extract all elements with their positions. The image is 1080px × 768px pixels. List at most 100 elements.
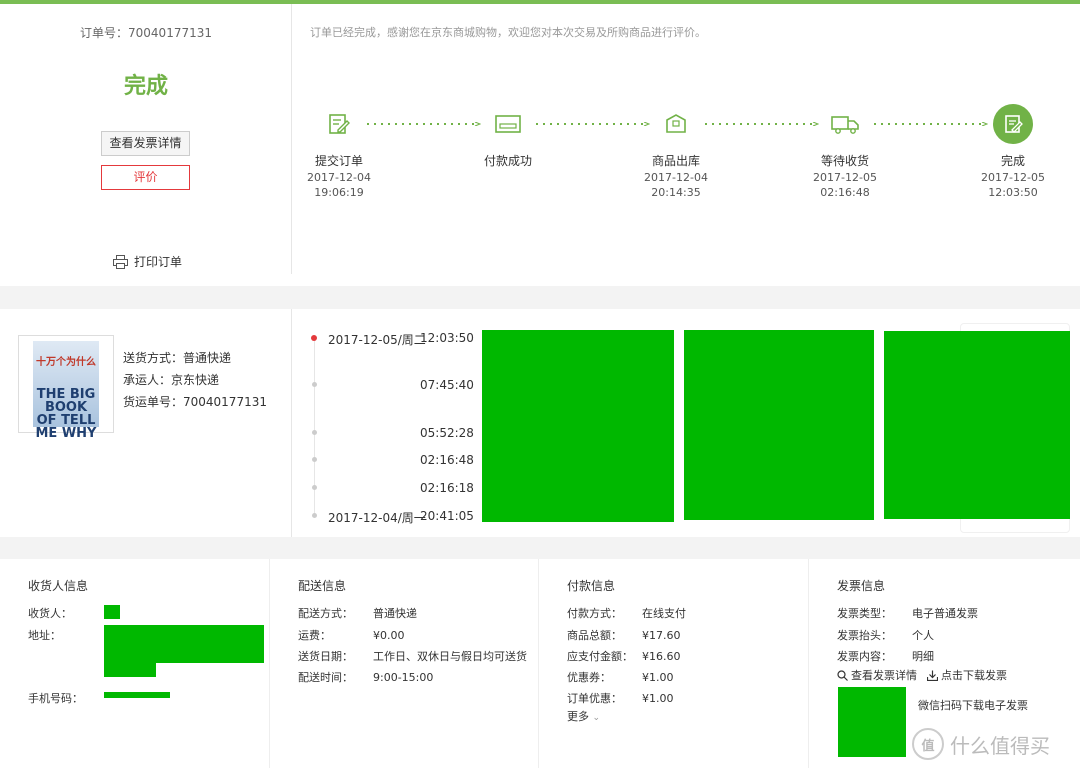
progress-arrow xyxy=(705,122,819,126)
row-key: 应支付金额： xyxy=(567,650,633,663)
redaction-mask xyxy=(684,330,874,520)
row-key: 发票内容： xyxy=(837,650,892,663)
step-label: 提交订单 xyxy=(314,154,363,168)
row-key: 发票类型： xyxy=(837,607,892,620)
step-date: 2017-12-05 xyxy=(981,171,1045,184)
delivery-title: 配送信息 xyxy=(298,579,347,593)
timeline-time: 12:03:50 xyxy=(420,331,474,345)
shipping-details: 送货方式：普通快递 承运人：京东快递 货运单号：70040177131 xyxy=(123,347,267,413)
row-value: ¥1.00 xyxy=(642,692,674,705)
order-number-value: 70040177131 xyxy=(128,26,212,40)
shipping-method: 送货方式：普通快递 xyxy=(123,351,232,365)
timeline-time: 02:16:18 xyxy=(420,481,474,495)
card-icon xyxy=(488,104,528,144)
receiver-info: 收货人信息 收货人： 地址： 手机号码： xyxy=(0,559,270,768)
row-key: 付款方式： xyxy=(567,607,622,620)
timeline-entry: 02:16:18 xyxy=(292,481,474,495)
row-key: 运费： xyxy=(298,629,331,642)
timeline-dot xyxy=(311,335,317,341)
redaction-mask xyxy=(104,659,156,677)
order-status: 完成 xyxy=(123,74,168,99)
step-label: 完成 xyxy=(1000,154,1025,168)
redaction-mask xyxy=(884,331,1070,519)
tracking-number: 货运单号：70040177131 xyxy=(123,395,267,409)
review-button[interactable]: 评价 xyxy=(101,165,190,190)
timeline-time: 07:45:40 xyxy=(420,378,474,392)
print-order-link[interactable]: 打印订单 xyxy=(113,253,182,270)
timeline-date: 2017-12-05/周二 xyxy=(328,333,426,347)
more-link[interactable]: 更多 ⌄ xyxy=(567,708,600,724)
order-status-panel: 订单号：70040177131 完成 查看发票详情 评价 打印订单 订单已经完成… xyxy=(0,4,1080,286)
carrier: 承运人：京东快递 xyxy=(123,373,220,387)
watermark-badge: 值 xyxy=(912,728,944,760)
search-icon xyxy=(837,669,848,681)
row-value: 普通快递 xyxy=(373,607,417,620)
qr-code-redacted xyxy=(838,687,906,757)
printer-icon xyxy=(113,254,128,269)
timeline-dot xyxy=(312,513,317,518)
step-submit-order: 提交订单 2017-12-04 19:06:19 xyxy=(299,104,379,199)
row-value: ¥1.00 xyxy=(642,671,674,684)
step-date: 2017-12-04 xyxy=(644,171,708,184)
view-invoice-label: 查看发票详情 xyxy=(851,669,917,682)
payment-title: 付款信息 xyxy=(567,579,616,593)
download-invoice-label: 点击下载发票 xyxy=(941,669,1007,682)
invoice-row: 发票类型： 电子普通发票 xyxy=(837,605,978,621)
truck-icon xyxy=(825,104,865,144)
timeline-date: 2017-12-04/周一 xyxy=(328,511,426,525)
row-key: 商品总额： xyxy=(567,629,622,642)
shipment-panel: 十万个为什么 THE BIG BOOK OF TELL ME WHY 送货方式：… xyxy=(0,309,1080,537)
step-label: 付款成功 xyxy=(483,154,532,168)
box-icon xyxy=(656,104,696,144)
thanks-message: 订单已经完成，感谢您在京东商城购物，欢迎您对本次交易及所购商品进行评价。 xyxy=(310,26,706,39)
timeline-time: 20:41:05 xyxy=(420,509,474,523)
progress-arrow xyxy=(874,122,988,126)
invoice-title: 发票信息 xyxy=(837,579,886,593)
step-label: 等待收货 xyxy=(820,154,869,168)
delivery-info: 配送信息 配送方式： 普通快递 运费： ¥0.00 送货日期： 工作日、双休日与假日均… xyxy=(269,559,539,768)
redaction-mask xyxy=(104,625,264,663)
receiver-name-label: 收货人： xyxy=(28,607,72,620)
row-key: 送货日期： xyxy=(298,650,353,663)
timeline-dot xyxy=(312,430,317,435)
step-time: 20:14:35 xyxy=(651,186,701,199)
edit-icon xyxy=(319,104,359,144)
section-divider xyxy=(0,286,1080,306)
timeline-dot xyxy=(312,485,317,490)
section-divider xyxy=(0,537,1080,559)
step-date: 2017-12-04 xyxy=(307,171,371,184)
delivery-row: 运费： ¥0.00 xyxy=(298,627,405,643)
payment-info: 付款信息 付款方式： 在线支付 商品总额： ¥17.60 应支付金额： ¥16.60 … xyxy=(538,559,808,768)
order-progress: 订单已经完成，感谢您在京东商城购物，欢迎您对本次交易及所购商品进行评价。 提交订… xyxy=(292,4,1080,274)
row-key: 配送方式： xyxy=(298,607,353,620)
order-summary: 订单号：70040177131 完成 查看发票详情 评价 打印订单 xyxy=(0,4,292,274)
timeline-time: 02:16:48 xyxy=(420,453,474,467)
step-complete: 完成 2017-12-05 12:03:50 xyxy=(973,104,1053,199)
receiver-title: 收货人信息 xyxy=(28,579,89,593)
row-key: 发票抬头： xyxy=(837,629,892,642)
site-watermark: 值 什么值得买 xyxy=(912,728,1050,760)
order-number: 订单号：70040177131 xyxy=(0,24,292,41)
step-date: 2017-12-05 xyxy=(813,171,877,184)
book-subtitle: THE BIG BOOK OF TELL ME WHY xyxy=(35,387,97,441)
step-time: 12:03:50 xyxy=(988,186,1038,199)
redaction-mask xyxy=(104,605,120,619)
view-invoice-button[interactable]: 查看发票详情 xyxy=(101,131,190,156)
step-awaiting-delivery: 等待收货 2017-12-05 02:16:48 xyxy=(805,104,885,199)
step-shipped: 商品出库 2017-12-04 20:14:35 xyxy=(636,104,716,199)
progress-arrow xyxy=(367,122,481,126)
download-invoice-link[interactable]: 点击下载发票 xyxy=(927,667,1007,683)
chevron-down-icon: ⌄ xyxy=(592,713,601,723)
row-value: 在线支付 xyxy=(642,607,686,620)
step-time: 02:16:48 xyxy=(820,186,870,199)
more-label: 更多 xyxy=(567,710,589,723)
product-thumbnail[interactable]: 十万个为什么 THE BIG BOOK OF TELL ME WHY xyxy=(18,335,114,440)
view-invoice-link[interactable]: 查看发票详情 xyxy=(837,667,917,683)
row-value: 个人 xyxy=(912,629,934,642)
check-doc-icon xyxy=(993,104,1033,144)
step-payment-success: 付款成功 xyxy=(468,104,548,171)
payment-row: 付款方式： 在线支付 xyxy=(567,605,686,621)
timeline-entry: 07:45:40 xyxy=(292,378,474,392)
payment-row: 优惠券： ¥1.00 xyxy=(567,669,674,685)
redaction-mask xyxy=(104,692,170,698)
